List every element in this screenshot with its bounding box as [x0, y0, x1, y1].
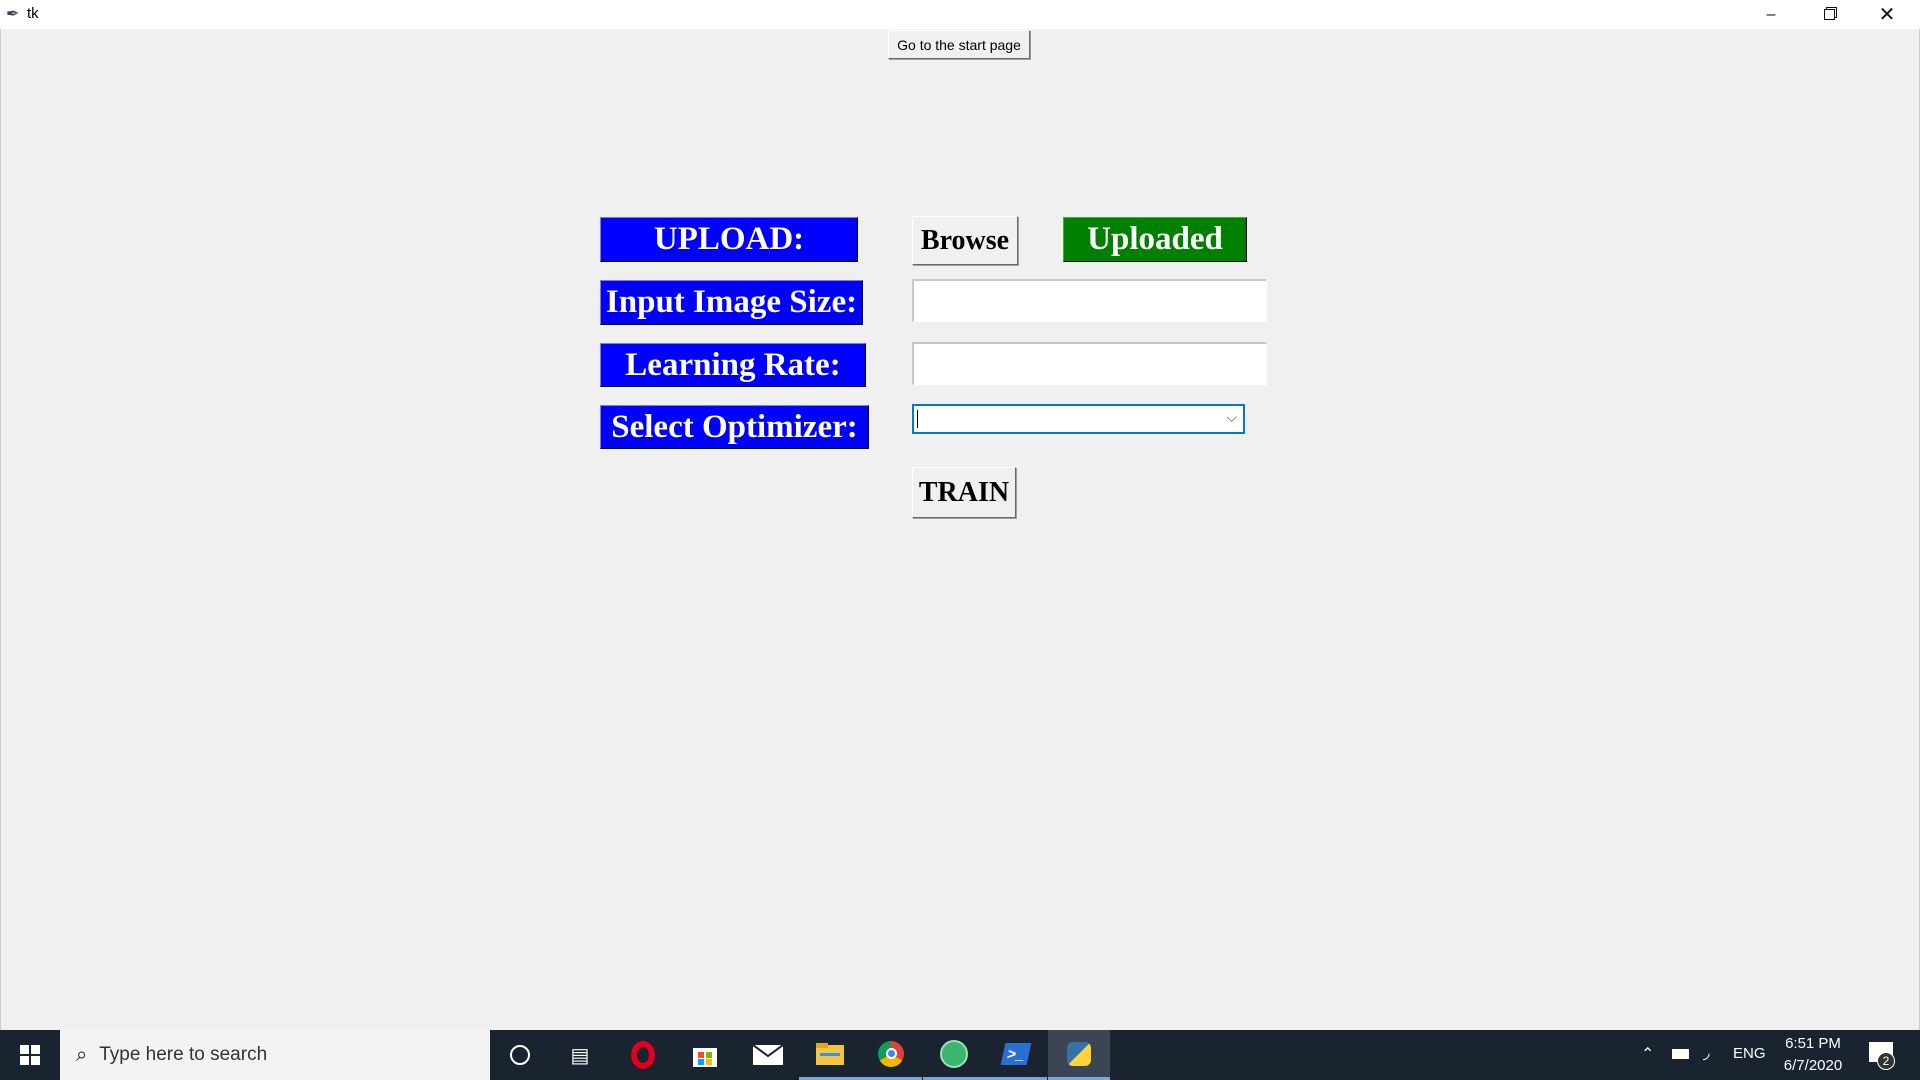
minimize-icon[interactable]: – [1742, 0, 1800, 29]
close-icon[interactable]: ✕ [1858, 0, 1916, 29]
restore-icon[interactable] [1800, 0, 1858, 29]
windows-start-icon[interactable] [0, 1030, 60, 1080]
globe-app-icon[interactable] [923, 1030, 985, 1080]
tk-feather-icon: ✒ [6, 6, 20, 23]
search-placeholder: Type here to search [99, 1044, 268, 1065]
task-view-icon[interactable]: ▤ [549, 1030, 611, 1080]
battery-icon[interactable] [1672, 1049, 1689, 1059]
window-title: tk [27, 5, 39, 22]
title-bar: ✒ tk – ✕ [0, 0, 1920, 29]
select-optimizer-label: Select Optimizer: [600, 405, 869, 449]
go-to-start-page-button[interactable]: Go to the start page [888, 30, 1030, 59]
uploaded-status-label: Uploaded [1063, 217, 1247, 262]
image-size-input[interactable] [912, 279, 1267, 322]
chevron-down-icon[interactable]: ⌵ [1226, 409, 1237, 426]
opera-icon[interactable] [612, 1030, 674, 1080]
clock-time: 6:51 PM [1785, 1035, 1841, 1052]
wifi-icon[interactable]: ◞ [1703, 1043, 1710, 1063]
learning-rate-input[interactable] [912, 342, 1267, 385]
show-hidden-icons-chevron-up-icon[interactable]: ⌃ [1641, 1044, 1654, 1064]
cortana-icon[interactable] [489, 1030, 551, 1080]
file-explorer-icon[interactable] [799, 1030, 861, 1080]
language-indicator[interactable]: ENG [1733, 1045, 1766, 1062]
optimizer-combobox[interactable]: ⌵ [912, 404, 1245, 434]
search-box[interactable]: ⌕ Type here to search [60, 1030, 490, 1080]
train-button[interactable]: TRAIN [912, 467, 1016, 518]
chrome-icon[interactable] [860, 1030, 922, 1080]
powershell-icon[interactable]: >_ [985, 1030, 1047, 1080]
clock[interactable]: 6:51 PM 6/7/2020 [1776, 1033, 1850, 1077]
input-image-size-label: Input Image Size: [600, 280, 863, 325]
search-icon: ⌕ [76, 1043, 88, 1066]
text-cursor [917, 410, 918, 428]
python-icon[interactable] [1048, 1030, 1110, 1080]
browse-button[interactable]: Browse [912, 216, 1018, 265]
store-icon[interactable] [674, 1030, 736, 1080]
learning-rate-label: Learning Rate: [600, 343, 866, 387]
app-window [0, 29, 1920, 1030]
upload-label: UPLOAD: [600, 217, 858, 262]
mail-icon[interactable] [737, 1030, 799, 1080]
taskbar: ⌕ Type here to search ▤ >_ ⌃ ◞ ENG 6:51 … [0, 1030, 1920, 1080]
clock-date: 6/7/2020 [1783, 1057, 1843, 1074]
notification-count-badge: 2 [1877, 1052, 1895, 1070]
